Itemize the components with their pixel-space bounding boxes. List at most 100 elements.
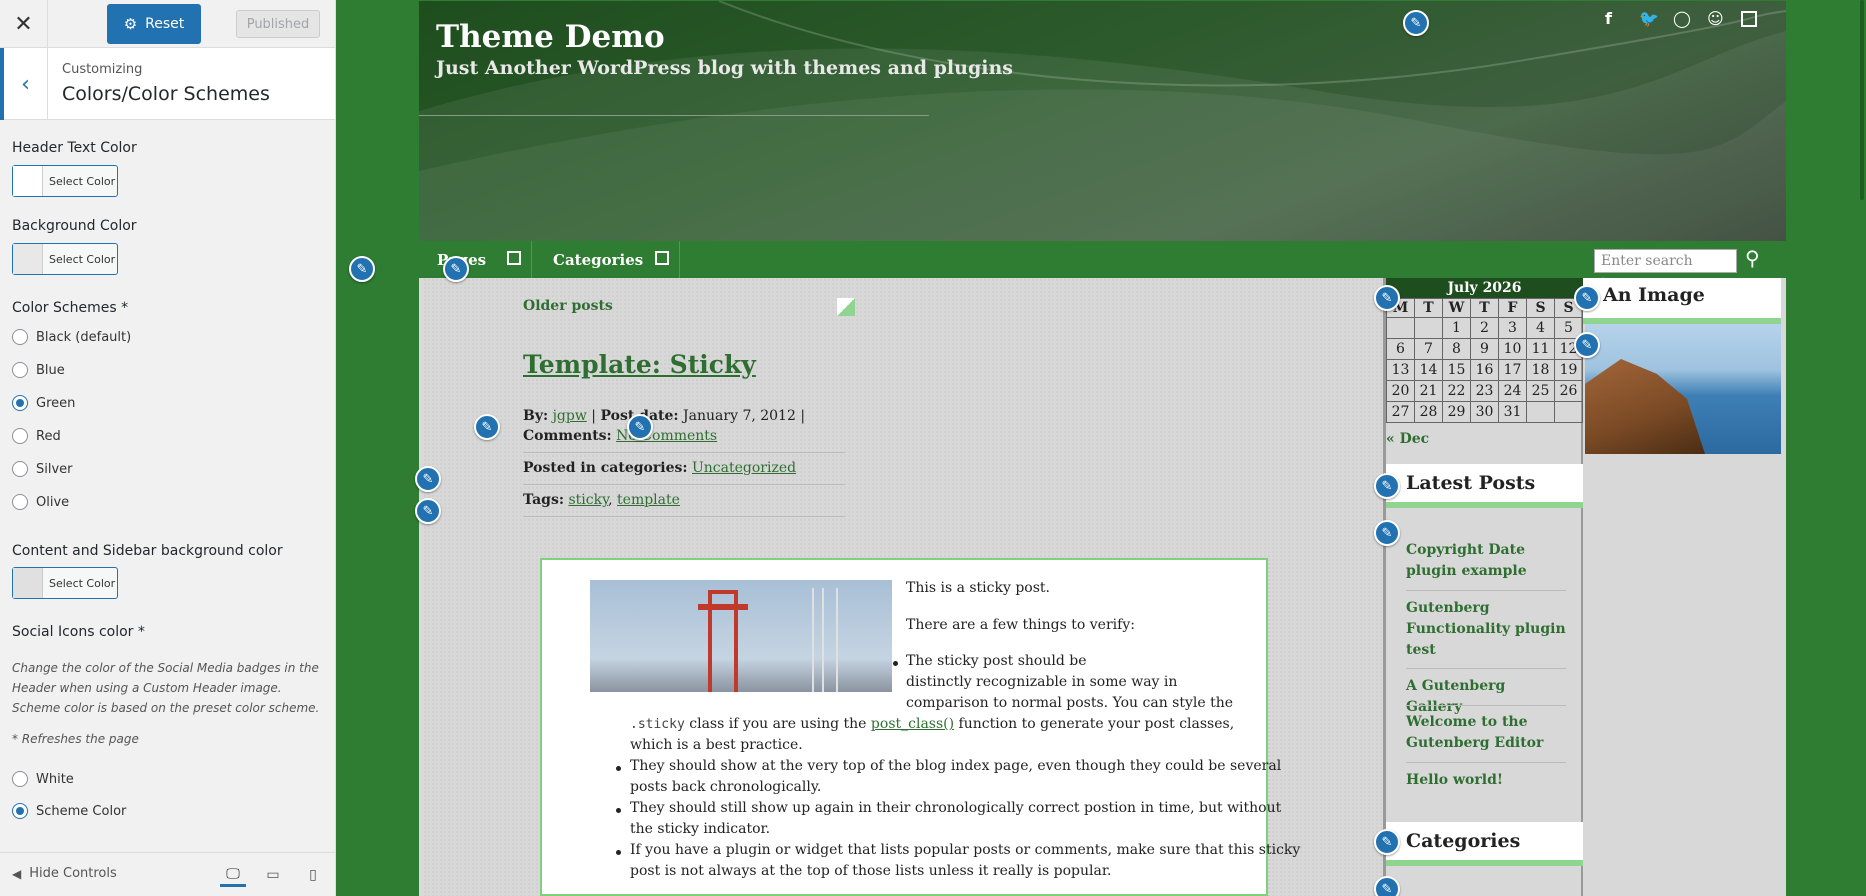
categories-widget-title: Categories [1406, 830, 1521, 852]
social-option-scheme-color[interactable]: Scheme Color [12, 803, 126, 819]
edit-shortcut-pencil-icon[interactable]: ✎ [627, 414, 653, 440]
search-input[interactable]: Enter search term... [1594, 249, 1737, 291]
latest-post-divider [1406, 762, 1566, 763]
calendar-day-cell: 15 [1442, 359, 1471, 381]
edit-shortcut-pencil-icon[interactable]: ✎ [1374, 520, 1400, 546]
radio-button[interactable] [12, 771, 28, 787]
radio-button-checked[interactable] [12, 395, 28, 411]
scrollbar-thumb[interactable] [1860, 0, 1864, 200]
edit-shortcut-pencil-icon[interactable]: ✎ [474, 414, 500, 440]
edit-shortcut-pencil-icon[interactable]: ✎ [1374, 876, 1400, 896]
section-header: ‹ Customizing Colors/Color Schemes [0, 48, 335, 120]
published-button[interactable]: Published [236, 10, 320, 38]
post-paragraph: This is a sticky post. [906, 580, 1050, 596]
latest-post-link[interactable]: Gutenberg Functionality plugin test [1406, 598, 1566, 661]
hide-controls-button[interactable]: ◀ Hide Controls [12, 866, 117, 881]
scheme-option-blue[interactable]: Blue [12, 362, 65, 378]
edit-shortcut-pencil-icon[interactable]: ✎ [1574, 332, 1600, 358]
tag-link[interactable]: template [617, 492, 680, 508]
scheme-option-black[interactable]: Black (default) [12, 329, 131, 345]
edit-shortcut-pencil-icon[interactable]: ✎ [1403, 10, 1429, 36]
older-posts-link[interactable]: Older posts [523, 298, 613, 314]
site-preview: Theme Demo Just Another WordPress blog w… [336, 0, 1866, 896]
edit-shortcut-pencil-icon[interactable]: ✎ [1374, 829, 1400, 855]
author-link[interactable]: jgpw [553, 408, 587, 424]
back-button[interactable]: ‹ [0, 48, 48, 120]
sidebar-right: An Image [1583, 278, 1786, 896]
content-bg-color-picker[interactable]: Select Color [12, 567, 118, 599]
edit-shortcut-pencil-icon[interactable]: ✎ [443, 256, 469, 282]
meta-divider [523, 484, 845, 485]
customizer-footer: ◀ Hide Controls 🖵 ▭ ▯ [0, 852, 335, 896]
bullet-text: If you have a plugin or widget that list… [630, 842, 1301, 858]
preview-scrollbar[interactable] [1858, 0, 1866, 896]
github-icon[interactable]: ☺ [1707, 9, 1724, 28]
edit-shortcut-pencil-icon[interactable]: ✎ [1374, 473, 1400, 499]
edit-shortcut-pencil-icon[interactable]: ✎ [415, 466, 441, 492]
collapse-icon: ◀ [12, 866, 22, 881]
radio-button[interactable] [12, 428, 28, 444]
bullet-text: The sticky post should be [906, 653, 1087, 669]
expand-icon[interactable] [1741, 11, 1757, 27]
radio-button-checked[interactable] [12, 803, 28, 819]
post-title[interactable]: Template: Sticky [523, 350, 756, 379]
submenu-toggle-icon[interactable] [507, 251, 521, 265]
radio-button[interactable] [12, 362, 28, 378]
latest-post-link[interactable]: Hello world! [1406, 770, 1566, 791]
calendar-day-cell: 7 [1414, 338, 1443, 360]
calendar-day-cell: 26 [1554, 380, 1583, 402]
sticky-post-content: This is a sticky post. There are a few t… [540, 558, 1300, 896]
scheme-option-olive[interactable]: Olive [12, 494, 69, 510]
social-option-label: White [36, 771, 74, 787]
post-date: January 7, 2012 [683, 408, 796, 424]
header-rule [419, 115, 929, 116]
link-icon[interactable]: ◯ [1673, 9, 1691, 28]
close-customizer-button[interactable]: ✕ [0, 0, 48, 48]
submenu-toggle-icon[interactable] [655, 251, 669, 265]
mobile-icon: ▯ [309, 867, 317, 883]
header-text-color-picker[interactable]: Select Color [12, 165, 118, 197]
calendar-title: July 2026 [1386, 278, 1583, 298]
mobile-preview-button[interactable]: ▯ [300, 863, 326, 887]
calendar-day-cell: 22 [1442, 380, 1471, 402]
twitter-icon[interactable]: 🐦 [1639, 9, 1659, 28]
tablet-preview-button[interactable]: ▭ [260, 863, 286, 887]
content-bg-color-swatch [13, 568, 43, 598]
content-bg-color-label: Content and Sidebar background color [12, 543, 283, 559]
bullet-text: post is not always at the top of those l… [630, 863, 1112, 879]
customizing-label: Customizing [62, 62, 143, 77]
scheme-option-red[interactable]: Red [12, 428, 61, 444]
edit-shortcut-pencil-icon[interactable]: ✎ [1574, 285, 1600, 311]
latest-post-link[interactable]: Welcome to the Gutenberg Editor [1406, 712, 1566, 754]
nav-categories[interactable]: Categories [553, 251, 643, 269]
site-title[interactable]: Theme Demo [436, 19, 665, 55]
edit-shortcut-pencil-icon[interactable]: ✎ [415, 498, 441, 524]
by-label: By: [523, 408, 549, 424]
edit-shortcut-pencil-icon[interactable]: ✎ [1374, 285, 1400, 311]
edit-shortcut-pencil-icon[interactable]: ✎ [349, 256, 375, 282]
radio-button[interactable] [12, 494, 28, 510]
calendar-prev-link[interactable]: « Dec [1386, 431, 1429, 447]
search-icon[interactable]: ⚲ [1745, 246, 1760, 270]
meta-divider [523, 452, 845, 453]
radio-button[interactable] [12, 329, 28, 345]
meta-divider [523, 516, 845, 517]
tag-link[interactable]: sticky [568, 492, 608, 508]
desktop-preview-button[interactable]: 🖵 [220, 863, 246, 887]
post-class-link[interactable]: post_class() [871, 716, 954, 732]
latest-post-link[interactable]: Copyright Date plugin example [1406, 540, 1566, 582]
reset-button[interactable]: ⚙ Reset [107, 4, 201, 44]
category-link[interactable]: Uncategorized [692, 460, 796, 476]
latest-post-divider [1406, 590, 1566, 591]
calendar-day-cell: 17 [1498, 359, 1527, 381]
post-meta: By: jgpw | Post date: January 7, 2012 | … [523, 408, 806, 444]
bullet-text: They should show at the very top of the … [630, 758, 1282, 774]
social-option-white[interactable]: White [12, 771, 74, 787]
scheme-option-silver[interactable]: Silver [12, 461, 73, 477]
facebook-icon[interactable]: f [1605, 9, 1612, 28]
hide-controls-label: Hide Controls [29, 866, 117, 881]
scheme-option-green[interactable]: Green [12, 395, 75, 411]
bullet [616, 808, 621, 813]
background-color-picker[interactable]: Select Color [12, 243, 118, 275]
radio-button[interactable] [12, 461, 28, 477]
